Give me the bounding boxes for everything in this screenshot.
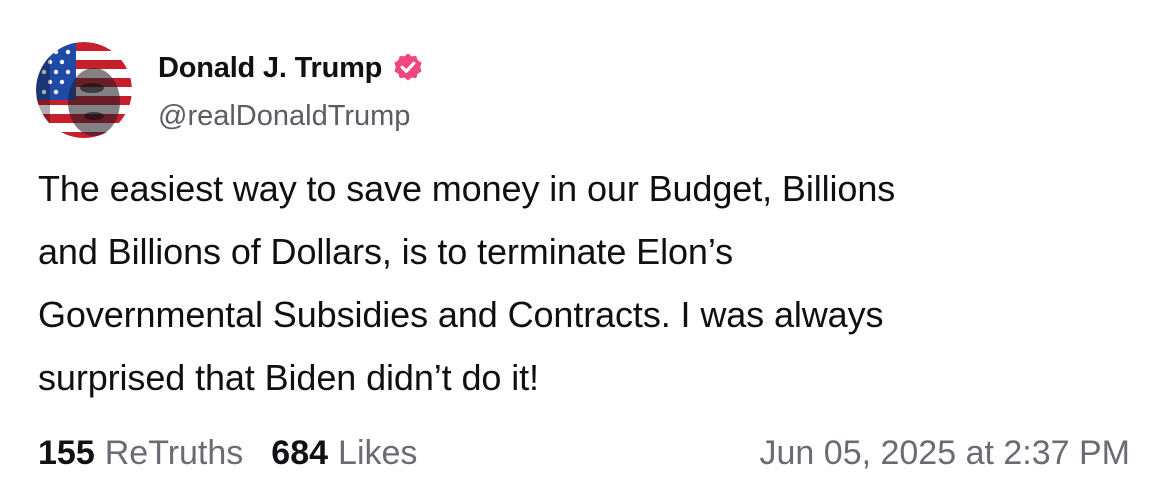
likes-stat[interactable]: 684 Likes <box>271 434 417 473</box>
author-display-name[interactable]: Donald J. Trump <box>158 52 382 85</box>
likes-label: Likes <box>338 434 418 472</box>
post-text-line: surprised that Biden didn’t do it! <box>38 357 539 398</box>
post-text-line: and Billions of Dollars, is to terminate… <box>38 231 733 272</box>
likes-count: 684 <box>271 434 329 472</box>
author-name-row: Donald J. Trump <box>158 48 424 88</box>
post-stats: 155 ReTruths 684 Likes <box>38 434 417 473</box>
avatar[interactable] <box>36 42 132 138</box>
retruths-stat[interactable]: 155 ReTruths <box>38 434 243 473</box>
post-text-line: The easiest way to save money in our Bud… <box>38 168 896 209</box>
post-text-line: Governmental Subsidies and Contracts. I … <box>38 294 884 335</box>
verified-badge-icon <box>392 52 424 84</box>
post-card: Donald J. Trump @realDonaldTrump The eas… <box>0 0 1154 491</box>
retruths-label: ReTruths <box>104 434 244 472</box>
author-handle[interactable]: @realDonaldTrump <box>158 100 410 133</box>
post-timestamp[interactable]: Jun 05, 2025 at 2:37 PM <box>760 434 1130 473</box>
flag-portrait-icon <box>36 42 132 138</box>
retruths-count: 155 <box>38 434 95 472</box>
post-text: The easiest way to save money in our Bud… <box>38 157 1118 409</box>
